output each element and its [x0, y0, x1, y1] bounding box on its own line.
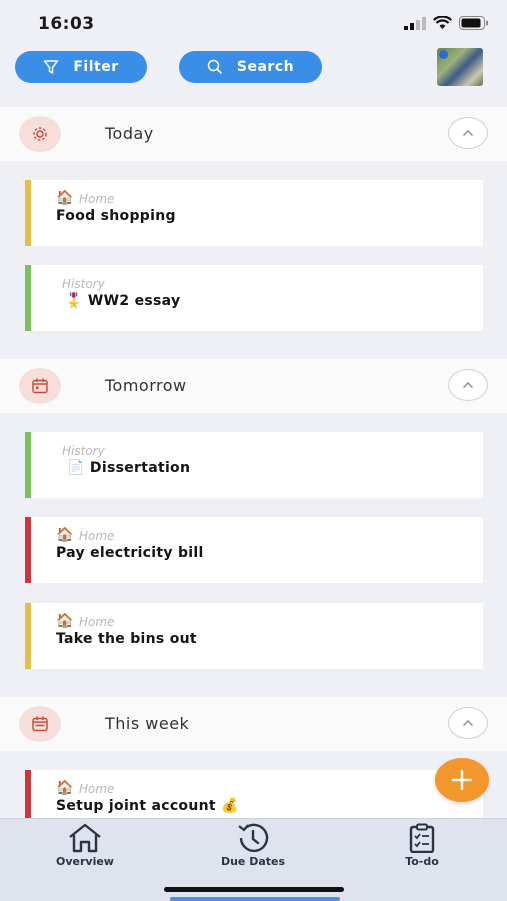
task-title: Food shopping — [56, 208, 176, 224]
search-button[interactable]: Search — [179, 51, 322, 83]
category-emoji: 🏠 — [56, 527, 74, 543]
section-title: This week — [105, 714, 190, 733]
task-card[interactable]: 🏠 Home Food shopping — [25, 180, 483, 246]
priority-bar — [25, 603, 31, 669]
title-emoji: 🎖️ — [65, 293, 83, 309]
task-card[interactable]: 🏠 Home Setup joint account 💰 — [25, 770, 483, 818]
section-title: Today — [105, 124, 154, 143]
priority-bar — [25, 517, 31, 583]
tab-label: Overview — [56, 855, 114, 868]
task-list[interactable]: Today 🏠 Home Food shopping History 🎖️ WW… — [0, 106, 507, 818]
gear-icon — [33, 127, 47, 141]
section-title: Tomorrow — [105, 376, 187, 395]
category-emoji: 🏠 — [56, 780, 74, 796]
chevron-up-icon — [463, 130, 473, 136]
priority-bar — [25, 265, 31, 331]
task-category: Home — [79, 782, 115, 796]
search-icon — [207, 59, 222, 75]
task-title-row: 🎖️ WW2 essay — [65, 293, 180, 309]
task-title-row: Setup joint account 💰 — [56, 798, 239, 814]
collapse-button[interactable] — [448, 117, 488, 149]
tab-due-dates[interactable]: Due Dates — [198, 823, 308, 868]
section-icon — [19, 116, 61, 152]
collapse-button[interactable] — [448, 707, 488, 739]
calendar-week-icon — [32, 716, 48, 732]
task-title: Setup joint account — [56, 798, 216, 814]
category-emoji: 🏠 — [56, 190, 74, 206]
wifi-icon — [433, 16, 452, 29]
history-icon — [238, 823, 269, 853]
section-header-this-week[interactable]: This week — [0, 697, 507, 751]
task-card[interactable]: 🏠 Home Pay electricity bill — [25, 517, 483, 583]
signal-icon — [404, 16, 426, 30]
category-emoji: 🏠 — [56, 613, 74, 629]
task-category: Home — [79, 615, 115, 629]
title-emoji: 💰 — [221, 798, 239, 814]
avatar[interactable] — [437, 48, 483, 86]
title-emoji: 📄 — [67, 460, 85, 476]
chevron-up-icon — [463, 720, 473, 726]
tab-overview[interactable]: Overview — [30, 823, 140, 868]
task-category: Home — [79, 192, 115, 206]
clipboard-icon — [409, 823, 435, 853]
filter-button[interactable]: Filter — [15, 51, 147, 83]
task-title: Take the bins out — [56, 631, 197, 647]
battery-icon — [459, 16, 488, 30]
task-category: Home — [79, 529, 115, 543]
task-card[interactable]: History 📄 Dissertation — [25, 432, 483, 498]
tab-label: To-do — [405, 855, 439, 868]
task-title-row: 📄 Dissertation — [67, 460, 190, 476]
task-card[interactable]: History 🎖️ WW2 essay — [25, 265, 483, 331]
search-label: Search — [236, 59, 295, 75]
status-icons — [404, 16, 489, 30]
filter-label: Filter — [73, 59, 119, 75]
section-icon — [19, 368, 61, 404]
status-bar: 16:03 — [0, 0, 507, 48]
section-header-tomorrow[interactable]: Tomorrow — [0, 359, 507, 413]
home-indicator-accent — [170, 897, 340, 901]
task-title: Pay electricity bill — [56, 545, 204, 561]
add-task-button[interactable] — [435, 758, 489, 802]
plus-icon — [451, 769, 473, 791]
home-indicator — [164, 887, 344, 892]
priority-bar — [25, 180, 31, 246]
task-category: History — [62, 444, 105, 458]
top-bar: Filter Search — [0, 48, 507, 106]
section-icon — [19, 706, 61, 742]
collapse-button[interactable] — [448, 369, 488, 401]
calendar-icon — [32, 378, 48, 394]
status-time: 16:03 — [38, 14, 95, 34]
filter-icon — [44, 60, 59, 74]
priority-bar — [25, 432, 31, 498]
chevron-up-icon — [463, 382, 473, 388]
tab-to-do[interactable]: To-do — [367, 823, 477, 868]
notification-dot — [439, 50, 448, 59]
priority-bar — [25, 770, 31, 818]
task-card[interactable]: 🏠 Home Take the bins out — [25, 603, 483, 669]
section-header-today[interactable]: Today — [0, 107, 507, 161]
home-icon — [69, 823, 101, 853]
task-category: History — [62, 277, 105, 291]
tab-bar: Overview Due Dates To-do — [0, 818, 507, 901]
task-title: Dissertation — [89, 460, 191, 476]
task-title: WW2 essay — [87, 293, 181, 309]
tab-label: Due Dates — [220, 855, 286, 868]
